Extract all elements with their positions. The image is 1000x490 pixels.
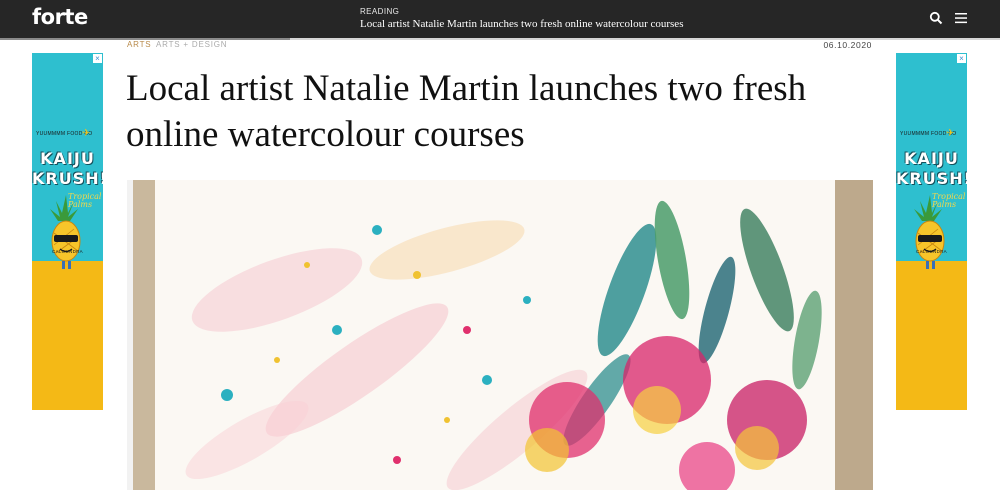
ad-tagline: Tropical Palms — [68, 192, 102, 209]
hero-watercolour-image[interactable] — [127, 180, 873, 490]
reading-indicator: READING Local artist Natalie Martin laun… — [360, 7, 683, 30]
top-nav-bar: forte READING Local artist Natalie Marti… — [0, 0, 1000, 38]
ad-brand: YUUMMMM FOOD CO — [900, 131, 957, 137]
ad-headline-line1: KAIJU — [904, 149, 959, 168]
ad-tagline: Tropical Palms — [932, 192, 966, 209]
search-icon[interactable] — [929, 11, 943, 25]
plane-icon: ✈ — [946, 128, 955, 139]
ad-headline-line1: KAIJU — [40, 149, 95, 168]
reading-label: READING — [360, 7, 400, 16]
plane-icon: ✈ — [82, 128, 91, 139]
forte-logo[interactable]: forte — [32, 5, 88, 29]
category-arts-design-link[interactable]: ARTS + DESIGN — [156, 40, 227, 49]
ad-sand-background — [32, 261, 103, 410]
category-arts-link[interactable]: ARTS — [127, 40, 151, 49]
ad-close-icon[interactable]: × — [93, 54, 102, 63]
ad-headline-line2: KRUSH! — [32, 169, 103, 188]
ad-close-icon[interactable]: × — [957, 54, 966, 63]
article-date: 06.10.2020 — [823, 40, 872, 50]
left-side-ad[interactable]: × YUUMMMM FOOD CO ✈ KAIJU KRUSH! Tropica… — [32, 53, 103, 410]
ad-brand: YUUMMMM FOOD CO — [36, 131, 93, 137]
article-headline: Local artist Natalie Martin launches two… — [126, 68, 807, 155]
ad-sand-background — [896, 261, 967, 410]
right-side-ad[interactable]: × YUUMMMM FOOD CO ✈ KAIJU KRUSH! Tropica… — [896, 53, 967, 410]
menu-icon[interactable] — [954, 11, 968, 25]
header-actions — [929, 11, 968, 25]
reading-title[interactable]: Local artist Natalie Martin launches two… — [360, 18, 683, 30]
ad-address: CALOUNDRA — [916, 249, 947, 254]
ad-address: CALOUNDRA — [52, 249, 83, 254]
ad-headline-line2: KRUSH! — [896, 169, 967, 188]
